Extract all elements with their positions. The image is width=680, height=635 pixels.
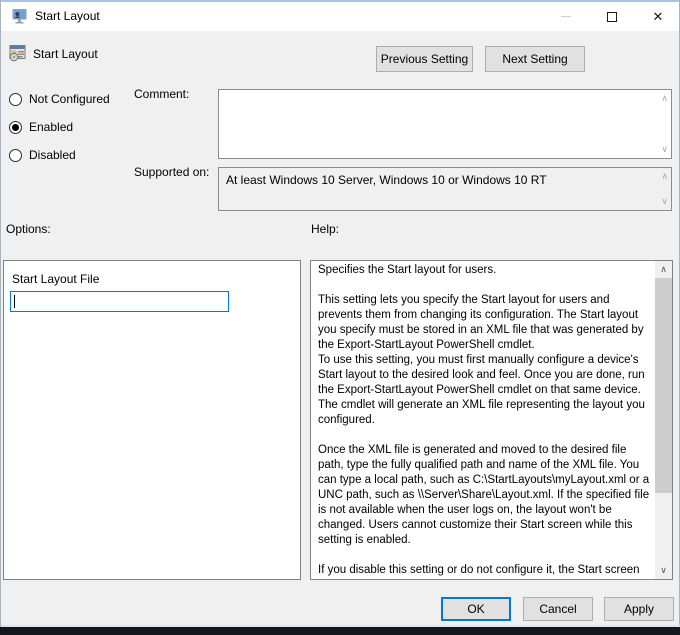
supported-on-box: At least Windows 10 Server, Windows 10 o… bbox=[218, 167, 672, 211]
options-panel: Start Layout File bbox=[3, 260, 301, 580]
minimize-button bbox=[543, 2, 589, 31]
scroll-down-icon: ∨ bbox=[661, 145, 668, 154]
help-label: Help: bbox=[311, 222, 339, 236]
start-layout-file-input[interactable] bbox=[10, 291, 229, 312]
scroll-down-icon: ∨ bbox=[660, 565, 667, 576]
radio-circle-not-configured[interactable] bbox=[9, 93, 22, 106]
supported-on-label: Supported on: bbox=[134, 165, 209, 179]
scroll-up-icon: ∧ bbox=[660, 264, 667, 275]
radio-label-not-configured: Not Configured bbox=[29, 92, 110, 106]
start-layout-file-label: Start Layout File bbox=[12, 272, 99, 286]
help-text: Specifies the Start layout for users. Th… bbox=[311, 261, 655, 579]
radio-not-configured[interactable]: Not Configured bbox=[9, 91, 110, 107]
ok-button[interactable]: OK bbox=[441, 597, 511, 621]
text-cursor bbox=[14, 295, 15, 308]
window-title: Start Layout bbox=[35, 2, 100, 31]
apply-button[interactable]: Apply bbox=[604, 597, 674, 621]
cancel-button[interactable]: Cancel bbox=[523, 597, 593, 621]
radio-circle-enabled[interactable] bbox=[9, 121, 22, 134]
options-label: Options: bbox=[6, 222, 51, 236]
radio-enabled[interactable]: Enabled bbox=[9, 119, 73, 135]
close-icon: ✕ bbox=[653, 10, 664, 23]
comment-label: Comment: bbox=[134, 87, 189, 101]
scrollbar-thumb[interactable] bbox=[655, 278, 672, 493]
comment-textarea[interactable] bbox=[219, 90, 653, 158]
group-policy-app-icon bbox=[11, 8, 28, 25]
help-scrollbar[interactable]: ∧ ∨ bbox=[655, 261, 672, 579]
scroll-down-button[interactable]: ∨ bbox=[655, 562, 672, 579]
close-button[interactable]: ✕ bbox=[635, 2, 680, 31]
supported-on-value: At least Windows 10 Server, Windows 10 o… bbox=[226, 173, 649, 187]
scroll-up-icon: ∧ bbox=[661, 172, 668, 181]
desktop-edge-strip bbox=[0, 627, 680, 635]
setting-title: Start Layout bbox=[33, 45, 98, 63]
group-policy-setting-window: Start Layout ✕ Start Layout Previous Set… bbox=[0, 0, 680, 627]
radio-circle-disabled[interactable] bbox=[9, 149, 22, 162]
comment-box: ∧ ∨ bbox=[218, 89, 672, 159]
help-panel: Specifies the Start layout for users. Th… bbox=[310, 260, 673, 580]
radio-label-disabled: Disabled bbox=[29, 148, 76, 162]
radio-disabled[interactable]: Disabled bbox=[9, 147, 76, 163]
window-titlebar: Start Layout ✕ bbox=[1, 2, 679, 31]
maximize-icon bbox=[607, 12, 617, 22]
scroll-up-button[interactable]: ∧ bbox=[655, 261, 672, 278]
maximize-button[interactable] bbox=[589, 2, 635, 31]
scroll-down-icon: ∨ bbox=[661, 197, 668, 206]
previous-setting-button[interactable]: Previous Setting bbox=[376, 46, 473, 72]
radio-label-enabled: Enabled bbox=[29, 120, 73, 134]
minimize-icon bbox=[561, 16, 571, 17]
scroll-up-icon: ∧ bbox=[661, 94, 668, 103]
next-setting-button[interactable]: Next Setting bbox=[485, 46, 585, 72]
setting-icon bbox=[9, 44, 27, 62]
